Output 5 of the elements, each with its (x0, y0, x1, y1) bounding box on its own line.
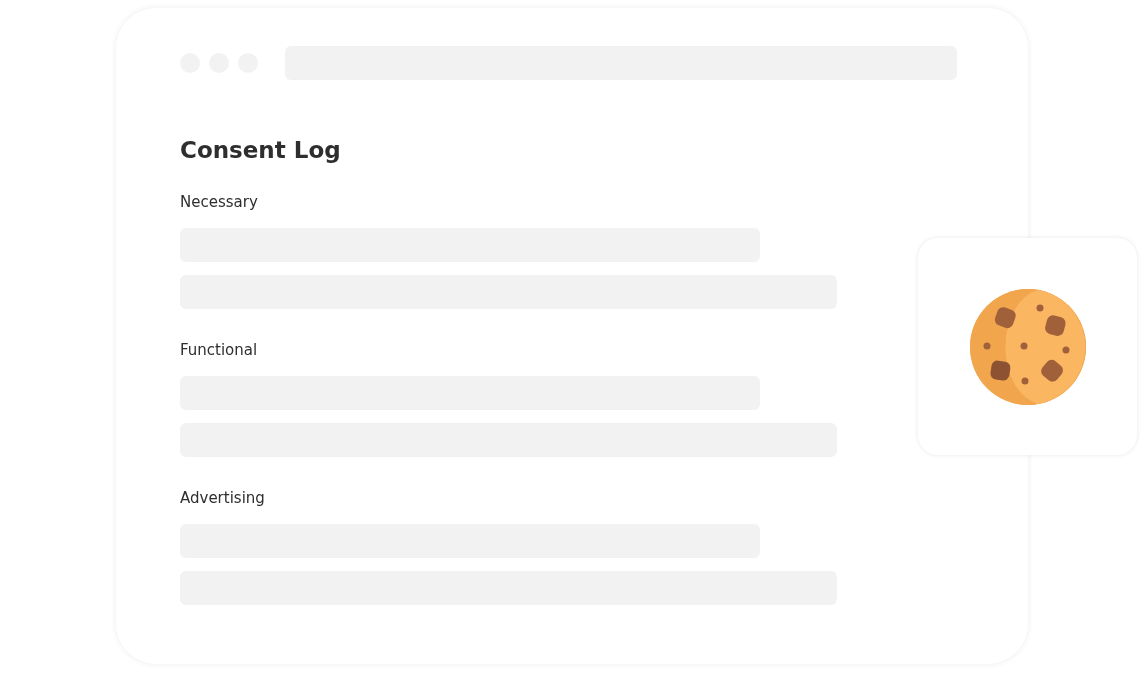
section-label: Functional (180, 340, 258, 360)
page-title: Consent Log (180, 136, 341, 165)
section-label: Advertising (180, 488, 265, 508)
section-label: Necessary (180, 192, 258, 212)
cookie-icon (969, 288, 1086, 405)
